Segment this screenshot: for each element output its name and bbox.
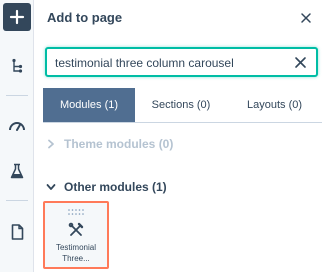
group-other-modules[interactable]: Other modules (1) [46, 180, 167, 194]
add-to-page-panel: Add to page Modules (1) Sections (0) Lay… [34, 0, 322, 272]
left-rail [0, 0, 34, 272]
module-name-line1: Testimonial [55, 243, 96, 252]
search-input[interactable] [55, 54, 275, 71]
group-theme-modules[interactable]: Theme modules (0) [46, 137, 173, 151]
tree-structure-icon [12, 58, 23, 73]
clear-icon [295, 57, 306, 68]
group-label: Other modules (1) [64, 180, 167, 194]
tab-layouts[interactable]: Layouts (0) [227, 88, 322, 122]
clear-search-button[interactable] [294, 56, 307, 69]
tab-modules[interactable]: Modules (1) [43, 88, 135, 122]
module-name-line2: Three... [62, 254, 90, 263]
group-label: Theme modules (0) [64, 137, 174, 151]
tab-sections[interactable]: Sections (0) [135, 88, 227, 122]
page-button[interactable] [0, 224, 34, 240]
layers-button[interactable] [0, 58, 34, 74]
add-button[interactable] [3, 3, 31, 31]
flask-icon [10, 163, 24, 179]
panel-title: Add to page [47, 10, 123, 25]
rail-divider [6, 95, 28, 96]
close-button[interactable] [299, 11, 313, 25]
chevron-right-icon [48, 139, 54, 149]
document-icon [11, 224, 23, 240]
close-icon [301, 13, 311, 23]
rail-divider [6, 200, 28, 201]
search-box [45, 47, 318, 77]
plus-icon [9, 9, 25, 25]
module-card[interactable]: Testimonial Three... [43, 201, 109, 269]
tools-icon [68, 222, 84, 236]
test-button[interactable] [0, 163, 34, 179]
chevron-down-icon [46, 184, 56, 190]
panel-tabs: Modules (1) Sections (0) Layouts (0) [43, 88, 322, 122]
tabs-divider [43, 122, 322, 123]
drag-handle-icon [68, 209, 84, 215]
speedometer-icon [9, 122, 25, 131]
optimize-button[interactable] [0, 118, 34, 132]
